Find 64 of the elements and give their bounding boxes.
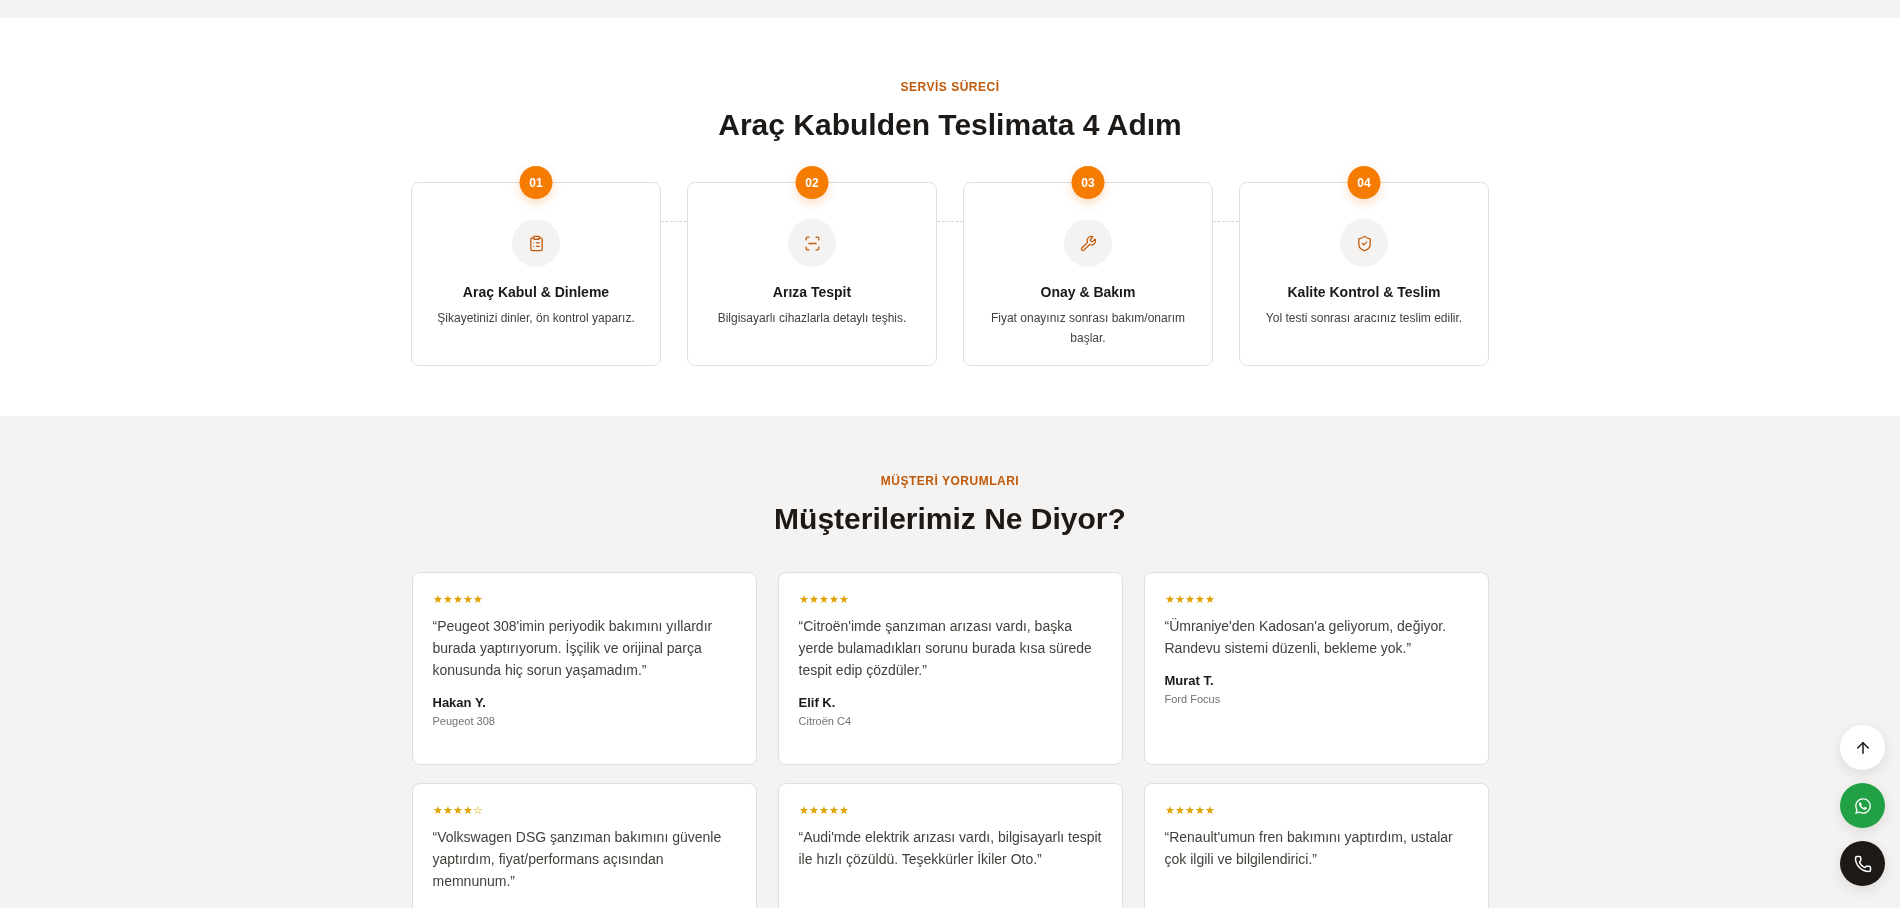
step-number: 02: [795, 166, 829, 199]
filled-star-icon: ★: [798, 593, 809, 606]
review-quote: “Ümraniye'den Kadosan'a geliyorum, değiyor. Randevu sistemi düzenli, bekleme yok.”: [1164, 617, 1448, 658]
filled-star-icon: ★: [1194, 804, 1205, 817]
step-description: Şikayetinizi dinler, ön kontrol yaparız.: [437, 310, 635, 327]
filled-star-icon: ★: [462, 804, 473, 817]
filled-star-icon: ★: [838, 593, 849, 606]
filled-star-icon: ★: [442, 593, 453, 606]
filled-star-icon: ★: [1204, 593, 1215, 606]
filled-star-icon: ★: [1164, 804, 1175, 817]
step-description: Yol testi sonrası aracınız teslim edilir.: [1265, 310, 1463, 327]
reviewer-name: Murat T.: [1164, 673, 1215, 688]
filled-star-icon: ★: [1184, 593, 1195, 606]
reviewer-name: Hakan Y.: [432, 695, 487, 710]
filled-star-icon: ★: [452, 804, 463, 817]
empty-star-icon: ☆: [472, 804, 483, 817]
filled-star-icon: ★: [1204, 804, 1215, 817]
filled-star-icon: ★: [1164, 593, 1175, 606]
filled-star-icon: ★: [1184, 804, 1195, 817]
step-number: 01: [519, 166, 553, 199]
section-title: Müşterilerimiz Ne Diyor?: [774, 502, 1126, 536]
step-description: Bilgisayarlı cihazlarla detaylı teşhis.: [717, 310, 907, 327]
filled-star-icon: ★: [462, 593, 473, 606]
filled-star-icon: ★: [828, 593, 839, 606]
phone-icon: [1853, 854, 1872, 873]
filled-star-icon: ★: [472, 593, 483, 606]
filled-star-icon: ★: [808, 804, 819, 817]
clipboard-icon: [527, 234, 545, 252]
filled-star-icon: ★: [808, 593, 819, 606]
filled-star-icon: ★: [838, 804, 849, 817]
filled-star-icon: ★: [442, 804, 453, 817]
filled-star-icon: ★: [798, 804, 809, 817]
wrench-icon: [1079, 234, 1097, 252]
reviewer-car: Peugeot 308: [432, 715, 496, 727]
step-title: Arıza Tespit: [772, 284, 852, 300]
review-quote: “Volkswagen DSG şanzıman bakımını güvenle yaptırdım, fiyat/performans açısından memnunum.”: [432, 828, 723, 891]
step-number: 03: [1071, 166, 1105, 199]
filled-star-icon: ★: [432, 593, 443, 606]
step-description: Fiyat onayınız sonrası bakım/onarım başlar.: [989, 310, 1187, 347]
filled-star-icon: ★: [1194, 593, 1205, 606]
section-kicker: SERVİS SÜRECİ: [900, 80, 1000, 94]
filled-star-icon: ★: [1174, 593, 1185, 606]
review-quote: “Audi'mde elektrik arızası vardı, bilgisayarlı tespit ile hızlı çözüldü. Teşekkürler İkiler Oto.”: [798, 828, 1102, 869]
step-title: Kalite Kontrol & Teslim: [1287, 284, 1441, 300]
review-quote: “Citroën'imde şanzıman arızası vardı, başka yerde bulamadıkları sorunu burada kısa sürede tespit edip çözdüler.”: [798, 617, 1093, 680]
reviewer-car: Citroën C4: [798, 715, 853, 727]
scan-icon: [803, 234, 821, 252]
filled-star-icon: ★: [818, 593, 829, 606]
review-quote: “Renault'umun fren bakımını yaptırdım, ustalar çok ilgili ve bilgilendirici.”: [1164, 828, 1454, 869]
filled-star-icon: ★: [432, 804, 443, 817]
step-number: 04: [1347, 166, 1381, 199]
reviewer-name: Elif K.: [798, 695, 837, 710]
filled-star-icon: ★: [828, 804, 839, 817]
section-kicker: MÜŞTERİ YORUMLARI: [880, 474, 1020, 488]
section-title: Araç Kabulden Teslimata 4 Adım: [718, 108, 1182, 142]
shield-check-icon: [1355, 234, 1373, 252]
review-quote: “Peugeot 308'imin periyodik bakımını yıllardır burada yaptırıyorum. İşçilik ve orijinal parça konusunda hiç sorun yaşamadım.”: [432, 617, 714, 680]
reviewer-car: Ford Focus: [1164, 693, 1222, 705]
filled-star-icon: ★: [1174, 804, 1185, 817]
filled-star-icon: ★: [818, 804, 829, 817]
step-title: Onay & Bakım: [1040, 284, 1136, 300]
filled-star-icon: ★: [452, 593, 463, 606]
step-title: Araç Kabul & Dinleme: [462, 284, 610, 300]
whatsapp-icon: [1853, 796, 1872, 815]
